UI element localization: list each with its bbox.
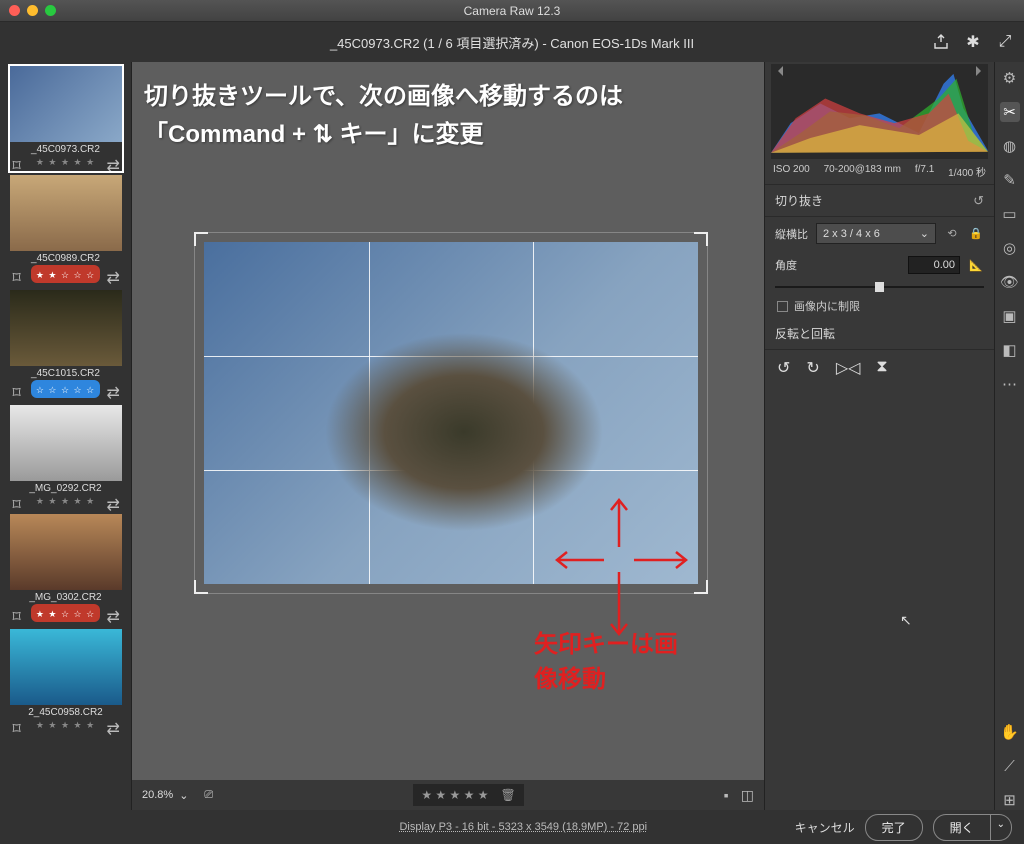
transform-section-header[interactable]: 反転と回転 (765, 318, 994, 350)
cursor-icon: ↖ (900, 612, 912, 629)
crop-tool-icon[interactable]: ✂ (1000, 102, 1020, 122)
zoom-value[interactable]: 20.8% (142, 789, 173, 801)
open-dropdown[interactable]: ⌄ (991, 814, 1012, 841)
compare-view-icon[interactable]: ◫ (741, 787, 754, 804)
done-button[interactable]: 完了 (865, 814, 923, 841)
tool-rail: ⚙ ✂ ◍ ✎ ▭ ◎ 👁 ▣ ◧ ⋯ ✋ ⟋ ⊞ (994, 62, 1024, 810)
rotate-ccw-icon[interactable]: ↺ (777, 358, 790, 378)
histogram[interactable] (771, 64, 988, 159)
canvas-area[interactable]: 切り抜きツールで、次の画像へ移動するのは 「Command + ⇅ キー」に変更… (132, 62, 764, 810)
open-button[interactable]: 開く (933, 814, 991, 841)
rating-bar[interactable]: ★ ★ ★ ★ ★ 🗑 (413, 784, 523, 806)
brush-tool-icon[interactable]: ✎ (1000, 170, 1020, 190)
lock-icon[interactable]: 🔒 (968, 226, 984, 242)
adjust-panel: ISO 20070-200@183 mmf/7.11/400 秒 切り抜き↺ 縦… (764, 62, 994, 810)
exif-row: ISO 20070-200@183 mmf/7.11/400 秒 (765, 159, 994, 185)
crop-badge-icon: ⌑ (13, 719, 25, 731)
zoom-chevron-icon[interactable]: ⌄ (179, 789, 188, 802)
thumb-name: _45C0989.CR2 (10, 253, 122, 264)
flip-vertical-icon[interactable]: ⧗ (876, 358, 887, 378)
sync-icon: ⇄ (107, 495, 119, 507)
straighten-icon[interactable]: 📐 (968, 257, 984, 273)
thumbnail[interactable]: _MG_0302.CR2 ⌑★ ★ ☆ ☆ ☆⇄ (10, 514, 122, 625)
cancel-button[interactable]: キャンセル (795, 819, 855, 836)
workflow-options[interactable]: Display P3 - 16 bit - 5323 x 3549 (18.9M… (252, 821, 795, 833)
thumbnail[interactable]: _45C1015.CR2 ⌑☆ ☆ ☆ ☆ ☆⇄ (10, 290, 122, 401)
filmstrip: _45C0973.CR2 ⌑★ ★ ★ ★ ★⇄ _45C0989.CR2 ⌑★… (0, 62, 132, 810)
file-info-label: _45C0973.CR2 (1 / 6 項目選択済み) - Canon EOS-… (330, 33, 694, 52)
grid-icon[interactable]: ⊞ (1000, 790, 1020, 810)
aspect-label: 縦横比 (775, 226, 808, 242)
crop-handle-tr[interactable] (694, 232, 708, 246)
single-view-icon[interactable]: ▪ (724, 787, 729, 804)
titlebar: Camera Raw 12.3 (0, 0, 1024, 22)
reset-icon[interactable]: ↺ (973, 193, 984, 209)
grad-tool-icon[interactable]: ▭ (1000, 204, 1020, 224)
more-icon[interactable]: ⋯ (1000, 374, 1020, 394)
radial-tool-icon[interactable]: ◎ (1000, 238, 1020, 258)
crop-badge-icon: ⌑ (13, 156, 25, 168)
snapshot-tool-icon[interactable]: ◧ (1000, 340, 1020, 360)
trash-icon[interactable]: 🗑 (500, 788, 515, 802)
crop-badge-icon: ⌑ (13, 268, 25, 280)
fit-icon[interactable]: ⎚ (204, 789, 213, 802)
sync-icon: ⇄ (107, 607, 119, 619)
swap-orientation-icon[interactable]: ⟲ (944, 226, 960, 242)
rotate-cw-icon[interactable]: ↻ (806, 358, 819, 378)
fullscreen-icon[interactable]: ⤢ (996, 33, 1014, 51)
crop-badge-icon: ⌑ (13, 495, 25, 507)
preset-tool-icon[interactable]: ▣ (1000, 306, 1020, 326)
crop-frame[interactable]: 矢印キーは画像移動 (204, 242, 698, 584)
sync-icon: ⇄ (107, 719, 119, 731)
header-bar: _45C0973.CR2 (1 / 6 項目選択済み) - Canon EOS-… (0, 22, 1024, 62)
thumb-name: _MG_0292.CR2 (10, 483, 122, 494)
thumbnail[interactable]: _45C0989.CR2 ⌑★ ★ ☆ ☆ ☆⇄ (10, 175, 122, 286)
constrain-label: 画像内に制限 (794, 298, 860, 314)
thumb-name: _45C1015.CR2 (10, 368, 122, 379)
arrow-keys-label: 矢印キーは画像移動 (534, 624, 698, 694)
sampler-tool-icon[interactable]: ⟋ (1000, 756, 1020, 776)
sync-icon: ⇄ (107, 156, 119, 168)
move-arrows-overlay (529, 492, 709, 642)
angle-input[interactable] (908, 256, 960, 274)
crop-badge-icon: ⌑ (13, 607, 25, 619)
thumbnail[interactable]: _45C0973.CR2 ⌑★ ★ ★ ★ ★⇄ (10, 66, 122, 171)
settings-icon[interactable]: ✱ (964, 33, 982, 51)
bottom-bar: Display P3 - 16 bit - 5323 x 3549 (18.9M… (0, 810, 1024, 844)
heal-tool-icon[interactable]: ◍ (1000, 136, 1020, 156)
canvas-footer: 20.8% ⌄ ⎚ ★ ★ ★ ★ ★ 🗑 ▪ ◫ (132, 780, 764, 810)
crop-badge-icon: ⌑ (13, 383, 25, 395)
thumb-name: 2_45C0958.CR2 (10, 707, 122, 718)
angle-slider[interactable] (775, 286, 984, 288)
edit-tool-icon[interactable]: ⚙ (1000, 68, 1020, 88)
thumb-name: _45C0973.CR2 (10, 144, 122, 155)
redeye-tool-icon[interactable]: 👁 (1000, 272, 1020, 292)
thumbnail[interactable]: _MG_0292.CR2 ⌑★ ★ ★ ★ ★⇄ (10, 405, 122, 510)
constrain-checkbox[interactable] (777, 301, 788, 312)
flip-horizontal-icon[interactable]: ▷◁ (836, 358, 861, 378)
chevron-down-icon: ⌄ (920, 227, 929, 240)
crop-section-header[interactable]: 切り抜き↺ (765, 185, 994, 217)
sync-icon: ⇄ (107, 268, 119, 280)
instruction-overlay: 切り抜きツールで、次の画像へ移動するのは 「Command + ⇅ キー」に変更 (144, 78, 623, 155)
crop-handle-tl[interactable] (194, 232, 208, 246)
thumbnail[interactable]: 2_45C0958.CR2 ⌑★ ★ ★ ★ ★⇄ (10, 629, 122, 734)
sync-icon: ⇄ (107, 383, 119, 395)
export-icon[interactable] (932, 33, 950, 51)
thumb-name: _MG_0302.CR2 (10, 592, 122, 603)
window-title: Camera Raw 12.3 (0, 4, 1024, 18)
hand-tool-icon[interactable]: ✋ (1000, 722, 1020, 742)
aspect-dropdown[interactable]: 2 x 3 / 4 x 6⌄ (816, 223, 936, 244)
crop-handle-bl[interactable] (194, 580, 208, 594)
angle-label: 角度 (775, 257, 797, 273)
